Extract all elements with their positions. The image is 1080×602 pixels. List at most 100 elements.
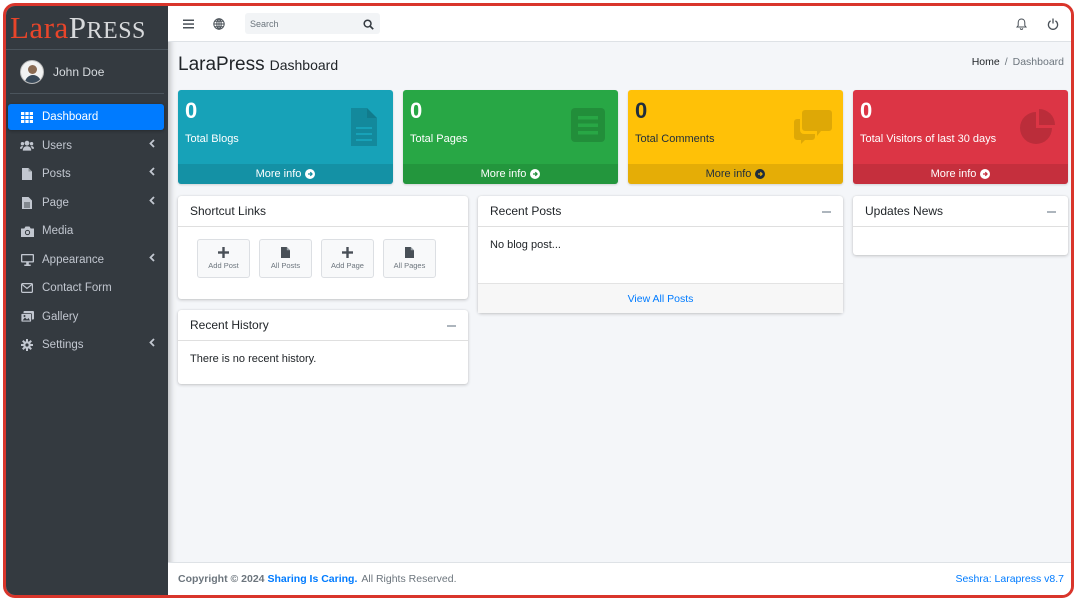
chevron-left-icon (149, 338, 155, 350)
card-header: Updates News (853, 196, 1068, 227)
list-icon (571, 108, 605, 142)
stat-label: Total Comments (635, 133, 715, 145)
brand-part1: Lara (10, 9, 69, 45)
file-icon (281, 247, 290, 258)
search-icon[interactable] (360, 16, 376, 32)
monitor-icon (20, 253, 34, 267)
add-post-button[interactable]: Add Post (197, 239, 250, 278)
plus-icon (218, 247, 229, 258)
breadcrumb-current: Dashboard (1012, 56, 1064, 68)
user-name: John Doe (53, 64, 105, 79)
stat-box-total-pages: 0 Total Pages More info (403, 90, 618, 184)
shortcut-links-card: Shortcut Links Add Post All Posts Add Pa… (178, 196, 468, 299)
stat-more-info-link[interactable]: More info (178, 164, 393, 184)
card-title: Shortcut Links (190, 204, 267, 218)
hamburger-menu-icon[interactable] (180, 16, 196, 32)
card-header: Recent History (178, 310, 468, 341)
collapse-minus-icon[interactable] (447, 325, 456, 327)
sidebar-item-posts[interactable]: Posts (8, 161, 164, 187)
all-posts-button[interactable]: All Posts (259, 239, 312, 278)
sidebar-item-label: Media (42, 225, 74, 237)
search-input[interactable] (245, 18, 355, 29)
sidebar-item-label: Posts (42, 168, 71, 180)
card-title: Recent Posts (490, 204, 562, 218)
sidebar-item-label: Contact Form (42, 282, 112, 294)
stat-value: 0 (185, 98, 198, 123)
file-text-icon (20, 196, 34, 210)
app-frame: Lara PRESS John Doe Dashboard Users Post… (3, 3, 1074, 598)
sidebar-item-label: Gallery (42, 310, 79, 323)
power-icon[interactable] (1045, 16, 1061, 32)
sidebar-item-contact-form[interactable]: Contact Form (8, 275, 164, 301)
footer: Copyright © 2024 Sharing Is Caring. All … (168, 562, 1071, 595)
chevron-left-icon (149, 138, 155, 151)
footer-link[interactable]: Sharing Is Caring. (268, 573, 358, 585)
sidebar-item-gallery[interactable]: Gallery (8, 304, 164, 330)
breadcrumb-home[interactable]: Home (972, 56, 1000, 68)
camera-icon (20, 224, 34, 238)
sidebar-item-dashboard[interactable]: Dashboard (8, 104, 164, 130)
comments-icon (794, 110, 832, 144)
breadcrumb: Home / Dashboard (972, 56, 1064, 68)
sidebar-item-label: Page (42, 196, 69, 209)
brand-part2: PRESS (69, 10, 146, 46)
stat-label: Total Blogs (185, 133, 239, 145)
recent-posts-empty: No blog post... (490, 239, 561, 251)
sidebar-item-users[interactable]: Users (8, 133, 164, 159)
globe-icon[interactable] (211, 16, 227, 32)
stat-box-total-blogs: 0 Total Blogs More info (178, 90, 393, 184)
more-info-label: More info (705, 168, 752, 180)
collapse-minus-icon[interactable] (1047, 211, 1056, 213)
stat-more-info-link[interactable]: More info (853, 164, 1068, 184)
stat-box-total-comments: 0 Total Comments More info (628, 90, 843, 184)
add-page-button[interactable]: Add Page (321, 239, 374, 278)
top-navbar (168, 6, 1071, 42)
sidebar-item-page[interactable]: Page (8, 190, 164, 216)
main-content: LaraPress Dashboard Home / Dashboard 0 Tot… (168, 42, 1071, 562)
brand-logo[interactable]: Lara PRESS (6, 6, 168, 50)
stat-more-info-link[interactable]: More info (628, 164, 843, 184)
brand-part2-big: P (68, 9, 87, 45)
brand-part2-small: RESS (86, 17, 146, 44)
recent-history-card: Recent History There is no recent histor… (178, 310, 468, 384)
page-header: LaraPress Dashboard (178, 54, 338, 76)
sidebar-item-label: Users (42, 139, 73, 152)
collapse-minus-icon[interactable] (822, 211, 831, 213)
card-header: Recent Posts (478, 196, 843, 227)
stat-more-info-link[interactable]: More info (403, 164, 618, 184)
all-pages-button[interactable]: All Pages (383, 239, 436, 278)
sidebar-item-settings[interactable]: Settings (8, 332, 164, 358)
arrow-circle-right-icon (980, 169, 991, 179)
shortcut-buttons: Add Post All Posts Add Page All Pages (178, 227, 468, 278)
bell-icon[interactable] (1013, 16, 1029, 32)
plus-icon (342, 247, 353, 258)
view-all-posts-link[interactable]: View All Posts (478, 283, 843, 313)
file-icon (20, 167, 34, 181)
more-info-label: More info (480, 168, 527, 180)
card-header: Shortcut Links (178, 196, 468, 227)
footer-version[interactable]: Seshra: Larapress v8.7 (955, 573, 1064, 585)
page-subtitle: Dashboard (269, 57, 339, 73)
sidebar-item-appearance[interactable]: Appearance (8, 247, 164, 273)
sidebar-item-label: Appearance (42, 253, 105, 266)
stat-label: Total Pages (410, 133, 468, 145)
search-bar (245, 13, 380, 34)
stat-value: 0 (635, 98, 648, 123)
breadcrumb-separator: / (1004, 56, 1008, 68)
card-title: Updates News (865, 204, 944, 218)
recent-history-empty: There is no recent history. (190, 353, 317, 365)
stat-label: Total Visitors of last 30 days (860, 133, 997, 145)
user-panel[interactable]: John Doe (10, 50, 164, 94)
envelope-icon (20, 281, 34, 295)
more-info-label: More info (255, 168, 302, 180)
shortcut-label: All Pages (393, 261, 426, 270)
sidebar-item-media[interactable]: Media (8, 218, 164, 244)
footer-copyright: Copyright © 2024 (178, 573, 265, 585)
shortcut-label: Add Page (331, 261, 364, 270)
footer-rights: All Rights Reserved. (361, 573, 457, 585)
stat-value: 0 (410, 98, 423, 123)
chevron-left-icon (149, 252, 155, 265)
more-info-label: More info (930, 168, 977, 180)
arrow-circle-right-icon (755, 169, 766, 179)
arrow-circle-right-icon (305, 169, 316, 179)
